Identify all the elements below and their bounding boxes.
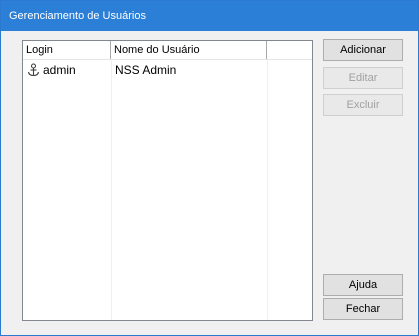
users-list[interactable]: Login Nome do Usuário admin NSS Admin bbox=[22, 40, 313, 321]
cell-user-name: NSS Admin bbox=[115, 63, 177, 77]
title-bar[interactable]: Gerenciamento de Usuários bbox=[1, 1, 418, 31]
column-header-login[interactable]: Login bbox=[23, 41, 111, 59]
add-button[interactable]: Adicionar bbox=[323, 39, 403, 61]
close-button[interactable]: Fechar bbox=[323, 298, 403, 320]
column-divider bbox=[267, 60, 268, 320]
user-anchor-icon bbox=[27, 63, 40, 81]
delete-button[interactable]: Excluir bbox=[323, 94, 403, 116]
cell-login: admin bbox=[27, 62, 111, 80]
table-row[interactable]: admin NSS Admin bbox=[23, 62, 312, 80]
list-header: Login Nome do Usuário bbox=[23, 41, 312, 60]
column-header-empty[interactable] bbox=[267, 41, 312, 59]
column-divider bbox=[111, 60, 112, 320]
user-management-dialog: Gerenciamento de Usuários Login Nome do … bbox=[0, 0, 419, 336]
window-title: Gerenciamento de Usuários bbox=[9, 10, 146, 22]
help-button[interactable]: Ajuda bbox=[323, 274, 403, 296]
login-text: admin bbox=[43, 63, 76, 77]
column-header-user-name[interactable]: Nome do Usuário bbox=[111, 41, 267, 59]
edit-button[interactable]: Editar bbox=[323, 67, 403, 89]
